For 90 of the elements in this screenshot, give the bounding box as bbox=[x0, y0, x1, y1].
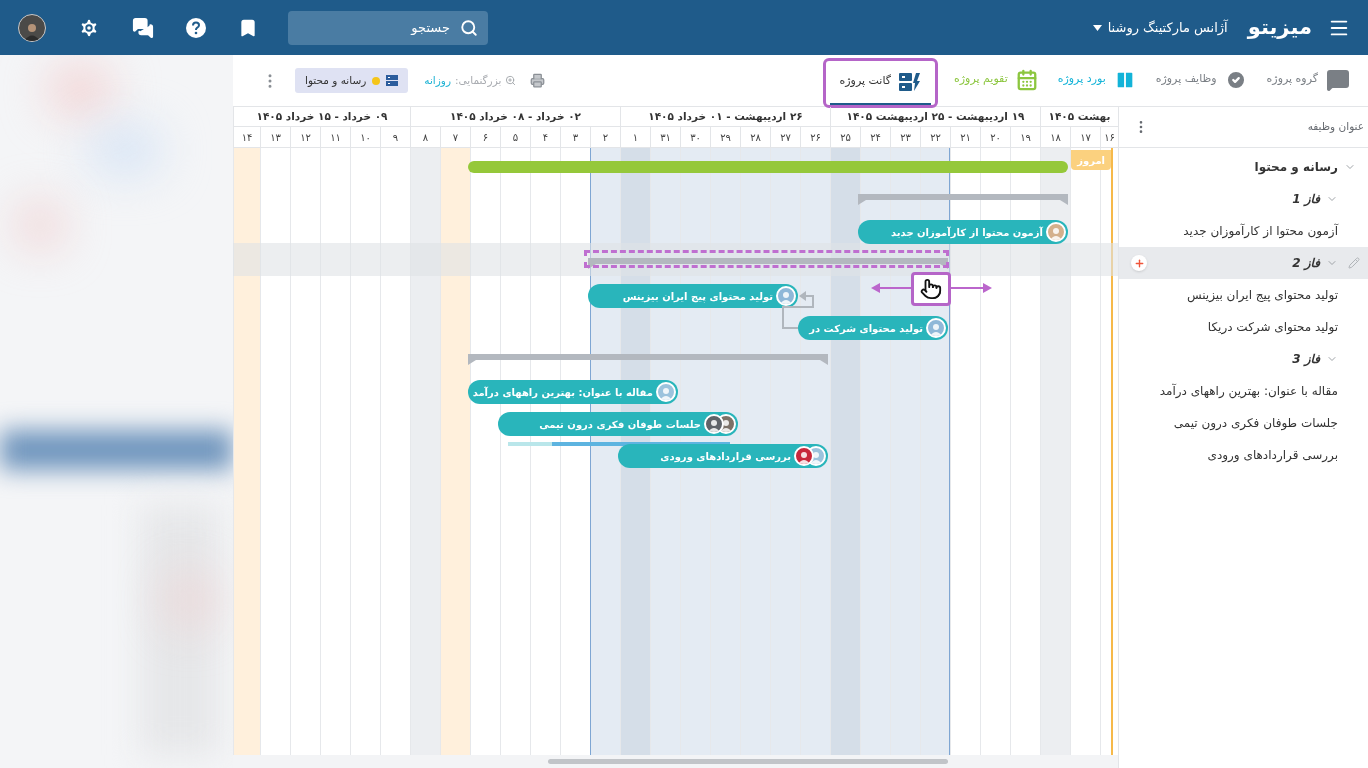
day-label: ۱۴ bbox=[241, 130, 253, 145]
week-header: ۲۶ اردیبهشت - ۰۱ خرداد ۱۴۰۵ bbox=[648, 108, 803, 125]
day-label: ۲۲ bbox=[930, 130, 941, 145]
task-bar-label: جلسات طوفان فکری درون تیمی bbox=[539, 417, 701, 432]
day-label: ۱۹ bbox=[1020, 130, 1031, 145]
project-title: رسانه و محتوا bbox=[1254, 159, 1338, 176]
task-row[interactable]: جلسات طوفان فکری درون تیمی bbox=[1119, 407, 1368, 439]
day-label: ۱۱ bbox=[330, 130, 341, 145]
day-label: ۲۱ bbox=[960, 130, 971, 145]
task-row[interactable]: رسانه و محتوا bbox=[1119, 151, 1368, 183]
day-label: ۴ bbox=[542, 130, 549, 145]
phase-bracket[interactable] bbox=[858, 194, 1068, 205]
week-header: ۱۹ اردیبهشت - ۲۵ اردیبهشت ۱۴۰۵ bbox=[846, 108, 1025, 125]
week-header: بهشت ۱۴۰۵ bbox=[1048, 108, 1111, 125]
day-label: ۱۳ bbox=[270, 130, 281, 145]
phase-title: فاز 2 bbox=[1292, 255, 1320, 272]
day-label: ۷ bbox=[452, 130, 459, 145]
day-label: ۳۱ bbox=[660, 130, 671, 145]
day-label: ۶ bbox=[482, 130, 489, 145]
search-field[interactable]: جستجو bbox=[288, 10, 488, 45]
scrollbar-thumb[interactable] bbox=[548, 759, 948, 764]
zoom-icon bbox=[505, 75, 517, 86]
add-task-button[interactable] bbox=[1131, 255, 1147, 271]
day-label: ۲۴ bbox=[870, 130, 881, 145]
view-tab[interactable]: گروه پروژه bbox=[1256, 58, 1360, 103]
project-filter-chip[interactable]: رسانه و محتوا bbox=[295, 68, 409, 93]
task-title: جلسات طوفان فکری درون تیمی bbox=[1173, 415, 1338, 432]
day-label: ۵ bbox=[512, 130, 519, 145]
task-title: مقاله با عنوان: بهترین راههای درآمد bbox=[1159, 382, 1338, 400]
chat-icon[interactable] bbox=[132, 16, 154, 39]
task-row[interactable]: تولید محتوای پیج ایران بیزینس bbox=[1119, 279, 1368, 311]
brand-logo[interactable]: میزیتو bbox=[1247, 11, 1312, 44]
plus-icon bbox=[1133, 257, 1145, 269]
task-title: بررسی قراردادهای ورودی bbox=[1207, 447, 1338, 464]
settings-icon[interactable] bbox=[78, 16, 100, 39]
task-row[interactable]: فاز 1 bbox=[1119, 183, 1368, 215]
task-bar-label: تولید محتوای پیج ایران بیزینس bbox=[622, 289, 773, 304]
caret-icon bbox=[1092, 24, 1102, 31]
day-label: ۲۸ bbox=[750, 130, 761, 145]
day-label: ۲۵ bbox=[840, 130, 851, 145]
week-header: ۰۹ خرداد - ۱۵ خرداد ۱۴۰۵ bbox=[256, 108, 388, 125]
day-label: ۱۷ bbox=[1080, 130, 1091, 145]
day-label: ۲۹ bbox=[720, 130, 731, 145]
day-label: ۸ bbox=[422, 130, 429, 145]
phase-title: فاز 1 bbox=[1292, 191, 1320, 208]
task-title: تولید محتوای شرکت دریکا bbox=[1207, 319, 1338, 336]
day-label: ۱ bbox=[632, 130, 639, 145]
bookmark-icon[interactable] bbox=[238, 17, 258, 38]
print-icon[interactable] bbox=[530, 73, 546, 88]
day-label: ۱۸ bbox=[1050, 130, 1061, 145]
day-label: ۱۶ bbox=[1104, 130, 1115, 145]
horizontal-scrollbar[interactable] bbox=[233, 755, 1118, 768]
day-label: ۳ bbox=[572, 130, 579, 145]
view-tab[interactable]: وظایف پروژه bbox=[1145, 58, 1257, 103]
phase-title: فاز 3 bbox=[1292, 351, 1320, 368]
day-label: ۳۰ bbox=[690, 130, 701, 145]
phase-bracket[interactable] bbox=[588, 258, 948, 269]
day-label: ۲ bbox=[602, 130, 609, 145]
task-row[interactable]: مقاله با عنوان: بهترین راههای درآمد bbox=[1119, 375, 1368, 407]
today-label: امروز bbox=[1071, 150, 1111, 170]
task-row[interactable]: تولید محتوای شرکت دریکا bbox=[1119, 311, 1368, 343]
day-label: ۲۷ bbox=[780, 130, 791, 145]
day-label: ۲۰ bbox=[990, 130, 1001, 145]
task-row[interactable]: فاز 2 bbox=[1119, 247, 1368, 279]
day-label: ۱۲ bbox=[300, 130, 311, 145]
day-label: ۱۰ bbox=[360, 130, 371, 145]
day-label: ۲۶ bbox=[810, 130, 821, 145]
workspace-dropdown[interactable]: آژانس مارکتینگ روشنا bbox=[1092, 17, 1228, 38]
column-header: عنوان وظیفه bbox=[1307, 119, 1364, 135]
task-row[interactable]: آزمون محتوا از کارآموزان جدید bbox=[1119, 215, 1368, 247]
task-row[interactable]: فاز 3 bbox=[1119, 343, 1368, 375]
day-label: ۲۳ bbox=[900, 130, 911, 145]
list-icon bbox=[386, 75, 399, 86]
task-bar-label: تولید محتوای شرکت در bbox=[809, 321, 923, 336]
edit-icon[interactable] bbox=[1348, 257, 1360, 269]
task-bar-label: آزمون محتوا از کارآموزان جدید bbox=[891, 225, 1043, 240]
view-tab[interactable]: گانت پروژه bbox=[829, 60, 931, 105]
task-title: آزمون محتوا از کارآموزان جدید bbox=[1183, 222, 1338, 240]
help-icon[interactable] bbox=[186, 17, 206, 38]
task-bar-label: مقاله با عنوان: بهترین راههای درآمد bbox=[472, 385, 653, 400]
task-bar-label: بررسی قراردادهای ورودی bbox=[660, 449, 791, 464]
task-row[interactable]: بررسی قراردادهای ورودی bbox=[1119, 439, 1368, 471]
week-header: ۰۲ خرداد - ۰۸ خرداد ۱۴۰۵ bbox=[450, 108, 581, 125]
day-label: ۹ bbox=[392, 130, 399, 145]
dependency-connector bbox=[781, 288, 817, 330]
phase-bracket[interactable] bbox=[468, 354, 828, 365]
search-icon bbox=[460, 18, 478, 37]
task-title: تولید محتوای پیج ایران بیزینس bbox=[1186, 287, 1338, 304]
user-avatar[interactable] bbox=[18, 13, 46, 42]
hand-cursor-icon bbox=[920, 278, 942, 300]
